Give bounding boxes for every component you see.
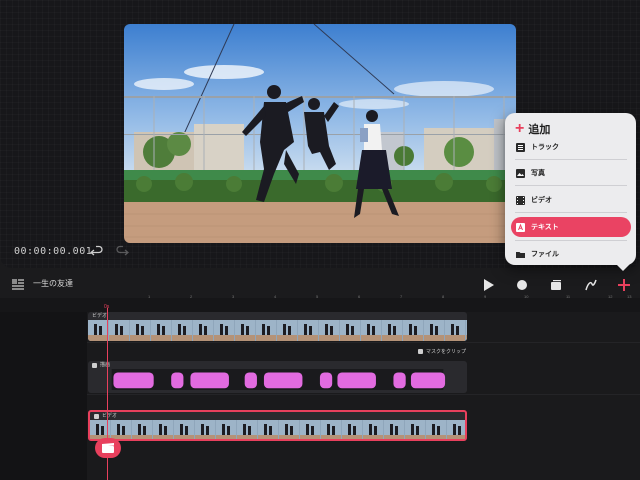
menu-divider bbox=[515, 159, 627, 160]
drawing-clip[interactable]: 描画 bbox=[88, 361, 467, 393]
ruler-label: 8 bbox=[442, 294, 445, 299]
menu-item-label: 写真 bbox=[531, 170, 545, 177]
checkbox-icon bbox=[94, 413, 99, 419]
ruler-label: 9 bbox=[484, 294, 487, 299]
menu-item-video[interactable]: ビデオ bbox=[511, 190, 631, 210]
menu-divider bbox=[515, 240, 627, 241]
mask-clip-toggle[interactable]: マスクをクリップ bbox=[418, 348, 466, 355]
clapperboard-icon[interactable] bbox=[95, 438, 121, 458]
clip-header: ビデオ bbox=[90, 412, 465, 420]
draw-icon[interactable] bbox=[583, 277, 599, 293]
add-menu: + 追加 トラック 写真 ビデオ テキスト ファイル bbox=[505, 113, 636, 271]
menu-item-label: トラック bbox=[531, 144, 559, 151]
menu-item-label: テキスト bbox=[531, 224, 559, 231]
checkbox-icon bbox=[92, 362, 97, 368]
project-title: 一生の友達 bbox=[33, 279, 73, 288]
play-icon[interactable] bbox=[480, 277, 496, 293]
track-divider bbox=[87, 394, 640, 395]
playhead-label: 0s bbox=[104, 304, 110, 310]
menu-item-file[interactable]: ファイル bbox=[511, 244, 631, 264]
video-clip-selected[interactable]: ビデオ bbox=[88, 410, 467, 441]
add-icon[interactable] bbox=[616, 277, 632, 293]
ruler-label: 5 bbox=[316, 294, 319, 299]
record-icon[interactable] bbox=[514, 277, 530, 293]
menu-item-label: ファイル bbox=[531, 251, 559, 258]
ruler-label: 4 bbox=[274, 294, 277, 299]
ruler-label: 13 bbox=[627, 294, 632, 299]
photo-icon bbox=[516, 168, 525, 178]
redo-icon[interactable] bbox=[115, 245, 129, 259]
video-clip[interactable]: ビデオ bbox=[88, 312, 467, 341]
clip-header: 描画 bbox=[88, 361, 467, 369]
ruler-label: 1 bbox=[148, 294, 151, 299]
video-filmstrip bbox=[88, 320, 467, 341]
video-icon bbox=[516, 195, 525, 205]
menu-item-text[interactable]: テキスト bbox=[511, 217, 631, 237]
text-icon bbox=[516, 222, 525, 232]
menu-item-photo[interactable]: 写真 bbox=[511, 163, 631, 183]
ruler-label: 3 bbox=[232, 294, 235, 299]
undo-icon[interactable] bbox=[90, 245, 104, 259]
menu-divider bbox=[515, 212, 627, 213]
video-preview[interactable] bbox=[124, 24, 516, 243]
track-icon bbox=[516, 142, 525, 152]
ruler-label: 2 bbox=[190, 294, 193, 299]
plus-icon: + bbox=[515, 120, 525, 137]
track-header-column bbox=[0, 312, 87, 480]
ruler-label: 10 bbox=[524, 294, 529, 299]
add-menu-header: + 追加 bbox=[515, 121, 550, 137]
toolbar: 一生の友達 bbox=[0, 272, 640, 298]
video-filmstrip bbox=[90, 420, 465, 439]
ruler-label: 11 bbox=[566, 294, 571, 299]
menu-item-label: ビデオ bbox=[531, 197, 552, 204]
timecode-display: 00:00:00.001 bbox=[14, 246, 93, 257]
tracks-icon[interactable] bbox=[12, 279, 24, 291]
video-track-label: ビデオ bbox=[92, 313, 108, 319]
ruler-label: 7 bbox=[400, 294, 403, 299]
timeline[interactable]: 1 2 3 4 5 6 7 8 9 10 11 12 13 ビデオ マスクをクリ… bbox=[0, 294, 640, 480]
menu-item-track[interactable]: トラック bbox=[511, 137, 631, 157]
drawing-filmstrip bbox=[111, 369, 446, 390]
time-ruler[interactable]: 1 2 3 4 5 6 7 8 9 10 11 12 13 bbox=[87, 294, 640, 312]
track-divider bbox=[87, 342, 640, 343]
checkbox-icon bbox=[418, 349, 423, 354]
layers-icon[interactable] bbox=[548, 277, 564, 293]
mask-clip-label: マスクをクリップ bbox=[426, 349, 467, 355]
ruler-label: 12 bbox=[608, 294, 613, 299]
ruler-label: 6 bbox=[358, 294, 361, 299]
video-track-label: ビデオ bbox=[102, 413, 118, 419]
add-menu-title: 追加 bbox=[528, 124, 551, 136]
menu-divider bbox=[515, 185, 627, 186]
drawing-track-label: 描画 bbox=[100, 362, 111, 368]
clip-header: ビデオ bbox=[88, 312, 467, 320]
folder-icon bbox=[516, 251, 525, 258]
